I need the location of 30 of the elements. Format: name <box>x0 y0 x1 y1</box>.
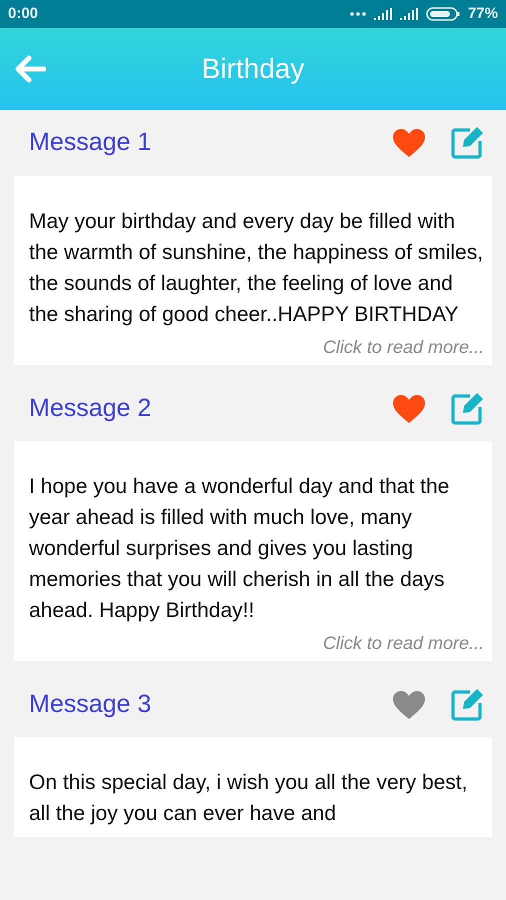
message-text: May your birthday and every day be filled with the warmth of sunshine, the happiness of smiles, the sounds of laughter, the feeling of love and the sharing of good cheer..HAPPY BIRTHDAY <box>29 209 484 328</box>
edit-button[interactable] <box>450 688 484 722</box>
more-dots-icon <box>350 12 366 16</box>
heart-icon <box>392 394 426 424</box>
message-text: I hope you have a wonderful day and that the year ahead is filled with much love, many wonderful surprises and gives you lasting memories that you will cherish in all the days ahead. Happy Birthday!! <box>29 474 450 624</box>
message-title: Message 2 <box>29 393 152 424</box>
heart-icon <box>392 128 426 158</box>
favorite-button[interactable] <box>392 394 426 424</box>
edit-icon <box>450 392 484 426</box>
signal-icon <box>400 8 418 20</box>
edit-icon <box>450 126 484 160</box>
message-title: Message 3 <box>29 689 152 720</box>
favorite-button[interactable] <box>392 690 426 720</box>
edit-button[interactable] <box>450 126 484 160</box>
edit-button[interactable] <box>450 392 484 426</box>
message-text: On this special day, i wish you all the very best, all the joy you can ever have and <box>29 770 468 827</box>
read-more-link[interactable]: Click to read more... <box>29 630 484 657</box>
read-more-link[interactable]: Click to read more... <box>29 334 484 361</box>
back-button[interactable] <box>14 55 46 83</box>
signal-icon <box>374 8 392 20</box>
back-arrow-icon <box>14 55 46 83</box>
battery-icon <box>426 7 460 21</box>
message-title: Message 1 <box>29 127 152 158</box>
message-card[interactable]: On this special day, i wish you all the very best, all the joy you can ever have and <box>14 737 492 837</box>
battery-percent: 77% <box>468 4 498 24</box>
status-time: 0:00 <box>8 4 38 24</box>
heart-icon <box>392 690 426 720</box>
page-title: Birthday <box>202 52 304 86</box>
favorite-button[interactable] <box>392 128 426 158</box>
edit-icon <box>450 688 484 722</box>
